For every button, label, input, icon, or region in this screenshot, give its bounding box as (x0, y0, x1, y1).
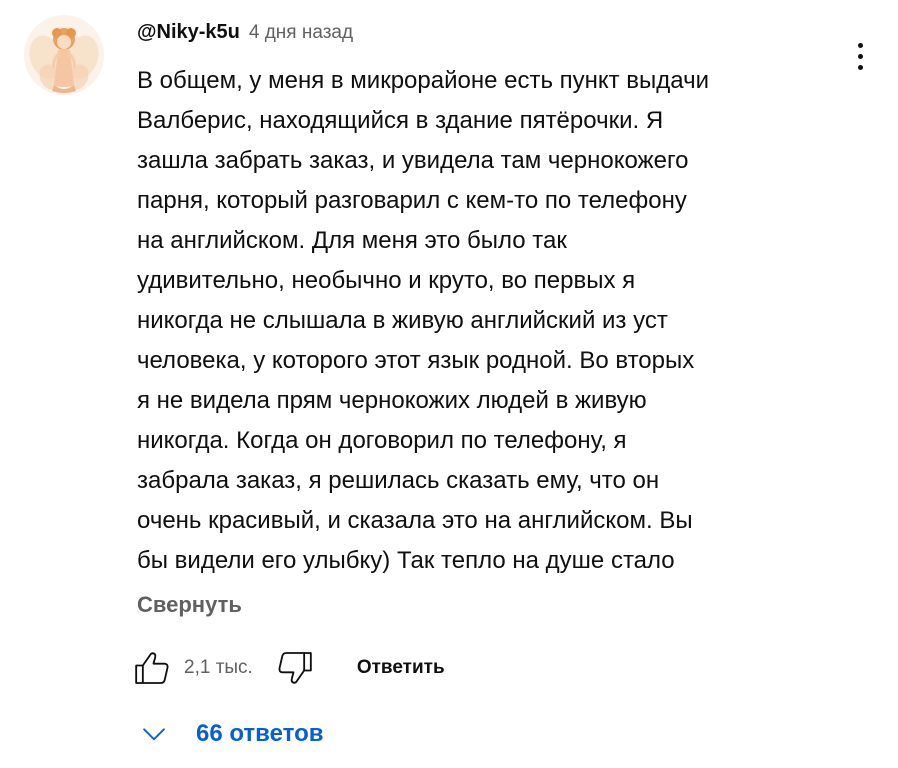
fairy-avatar-icon (24, 15, 104, 95)
like-count: 2,1 тыс. (184, 657, 253, 678)
chevron-down-icon (143, 728, 165, 741)
comment-timestamp[interactable]: 4 дня назад (249, 22, 353, 44)
reply-button[interactable]: Ответить (357, 657, 445, 679)
like-button[interactable] (130, 646, 174, 690)
comment-actions: 2,1 тыс. Ответить (130, 646, 445, 690)
replies-toggle-button[interactable]: 66 ответов (140, 712, 324, 756)
thumbs-down-icon (278, 652, 312, 684)
author-name[interactable]: @Niky-k5u (137, 21, 240, 44)
comment-header: @Niky-k5u 4 дня назад (137, 21, 353, 49)
collapse-button[interactable]: Свернуть (137, 592, 242, 618)
dislike-button[interactable] (273, 646, 317, 690)
comment-text: В общем, у меня в микрорайоне есть пункт… (137, 67, 710, 574)
comment-thread: @Niky-k5u 4 дня назад В общем, у меня в … (0, 0, 898, 768)
more-vertical-icon (857, 42, 863, 70)
replies-count: 66 ответов (196, 720, 324, 747)
avatar[interactable] (24, 15, 104, 95)
comment-menu-button[interactable] (840, 34, 880, 78)
thumbs-up-icon (135, 652, 169, 684)
